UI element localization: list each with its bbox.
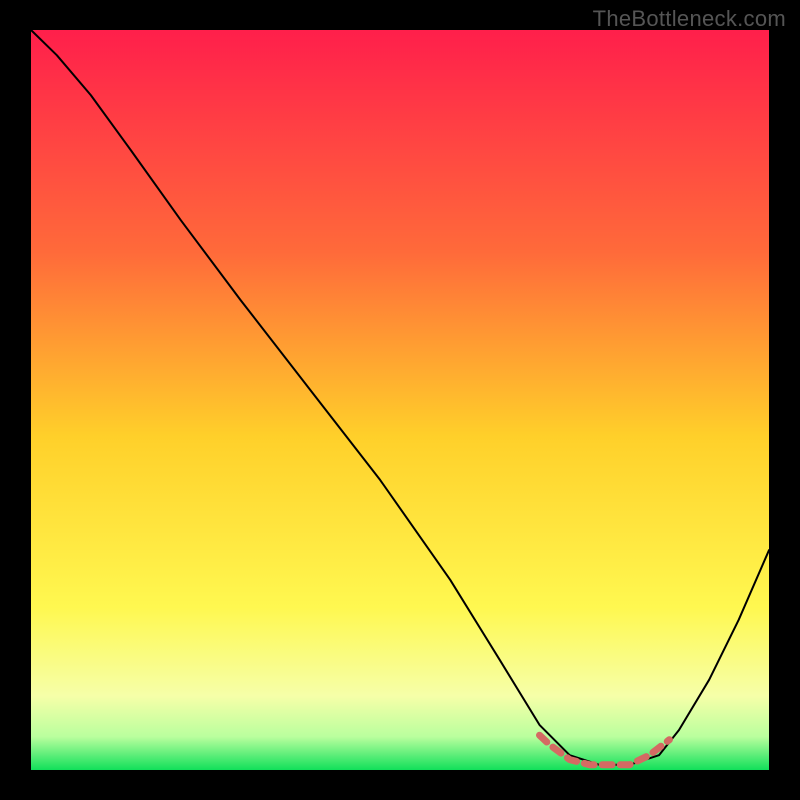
gradient-bg	[31, 30, 769, 770]
chart-svg	[0, 0, 800, 800]
chart-frame: TheBottleneck.com	[0, 0, 800, 800]
